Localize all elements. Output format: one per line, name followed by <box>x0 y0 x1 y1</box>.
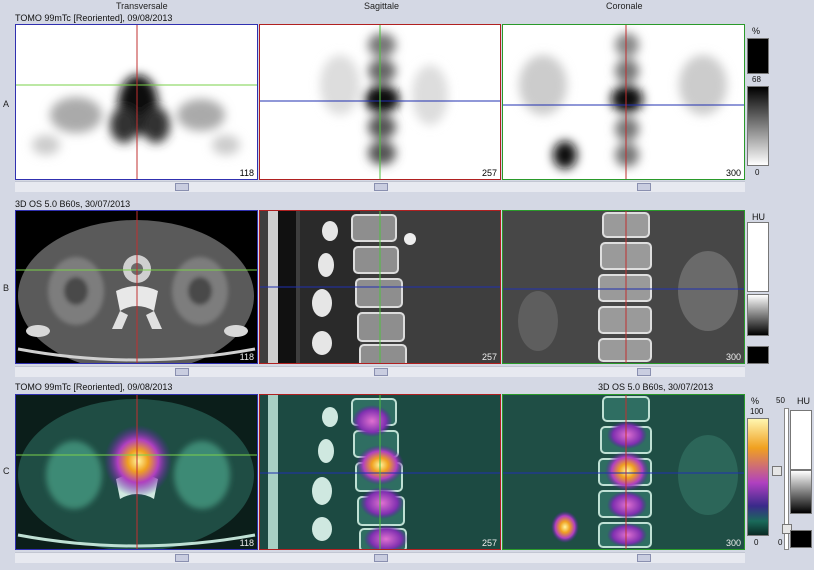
slice-number: 118 <box>239 168 254 178</box>
colorbar-b-unit: HU <box>752 212 765 222</box>
ct-transversal-image <box>16 211 257 363</box>
colorbar-c-hu-bottom <box>790 530 812 548</box>
ct-sagittal-image <box>260 211 500 363</box>
row-b-label: B <box>3 283 10 293</box>
scroll-thumb-coronal[interactable] <box>637 554 651 562</box>
fusion-sagittal-image <box>260 395 500 549</box>
row-b-sagittal-view[interactable]: 257 <box>259 210 501 364</box>
colorbar-c-hu-top <box>790 410 812 470</box>
row-a-title: TOMO 99mTc [Reoriented], 09/08/2013 <box>15 13 173 23</box>
scroll-thumb-transversal[interactable] <box>175 183 189 191</box>
fusion-transversal-image <box>16 395 257 549</box>
row-a-scrollbar[interactable] <box>15 181 745 192</box>
row-a-label: A <box>3 99 10 109</box>
slice-number: 300 <box>725 538 741 548</box>
slice-number: 118 <box>239 352 254 362</box>
slice-number: 257 <box>481 352 497 362</box>
scroll-thumb-coronal[interactable] <box>637 183 651 191</box>
colorbar-a-top <box>747 38 769 74</box>
row-c-title-right: 3D OS 5.0 B60s, 30/07/2013 <box>598 382 714 392</box>
row-a-coronal-view[interactable]: 300 <box>502 24 745 180</box>
colorbar-a-min: 0 <box>755 168 760 177</box>
spect-transversal-image <box>16 25 257 179</box>
row-c-title-left: TOMO 99mTc [Reoriented], 09/08/2013 <box>15 382 173 392</box>
colorbar-b-top <box>747 222 769 292</box>
slice-number: 257 <box>481 538 497 548</box>
row-c-scrollbar[interactable] <box>15 552 745 563</box>
row-b-title: 3D OS 5.0 B60s, 30/07/2013 <box>15 199 131 209</box>
colorbar-c-unit-hu: HU <box>797 396 810 406</box>
spect-coronal-image <box>503 25 744 179</box>
slice-number: 300 <box>725 352 741 362</box>
colorbar-a-level: 68 <box>752 75 761 84</box>
scroll-thumb-transversal[interactable] <box>175 554 189 562</box>
fusion-coronal-image <box>503 395 744 549</box>
colorbar-c-max: 100 <box>750 407 764 416</box>
row-c-sagittal-view[interactable]: 257 <box>259 394 501 550</box>
colorbar-b-bottom <box>747 346 769 364</box>
row-a-sagittal-view[interactable]: 257 <box>259 24 501 180</box>
row-b-transversal-view[interactable]: 118 <box>15 210 258 364</box>
row-c-transversal-view[interactable]: 118 <box>15 394 258 550</box>
fusion-blend-value: 50 <box>776 396 785 405</box>
slice-number: 300 <box>725 168 741 178</box>
slice-number: 118 <box>239 538 254 548</box>
fusion-blend-slider-left[interactable] <box>772 466 782 476</box>
header-sagittale: Sagittale <box>364 1 400 11</box>
row-b-coronal-view[interactable]: 300 <box>502 210 745 364</box>
colorbar-c-unit-pct: % <box>751 396 760 406</box>
colorbar-b-gradient[interactable] <box>747 294 769 336</box>
scroll-thumb-sagittal[interactable] <box>374 368 388 376</box>
scroll-thumb-coronal[interactable] <box>637 368 651 376</box>
row-b-scrollbar[interactable] <box>15 366 745 377</box>
scroll-thumb-transversal[interactable] <box>175 368 189 376</box>
header-coronale: Coronale <box>606 1 643 11</box>
colorbar-a-gradient[interactable] <box>747 86 769 166</box>
colorbar-c-hu-min: 0 <box>778 538 783 547</box>
scroll-thumb-sagittal[interactable] <box>374 183 388 191</box>
colorbar-c-min: 0 <box>754 538 759 547</box>
scroll-thumb-sagittal[interactable] <box>374 554 388 562</box>
slice-number: 257 <box>481 168 497 178</box>
row-c-label: C <box>3 466 10 476</box>
header-transversale: Transversale <box>116 1 168 11</box>
spect-sagittal-image <box>260 25 500 179</box>
colorbar-a-unit: % <box>752 26 761 36</box>
colorbar-c-hu-gradient[interactable] <box>790 470 812 514</box>
ct-coronal-image <box>503 211 744 363</box>
row-a-transversal-view[interactable]: 118 <box>15 24 258 180</box>
colorbar-c-gradient[interactable] <box>747 418 769 536</box>
row-c-coronal-view[interactable]: 300 <box>502 394 745 550</box>
